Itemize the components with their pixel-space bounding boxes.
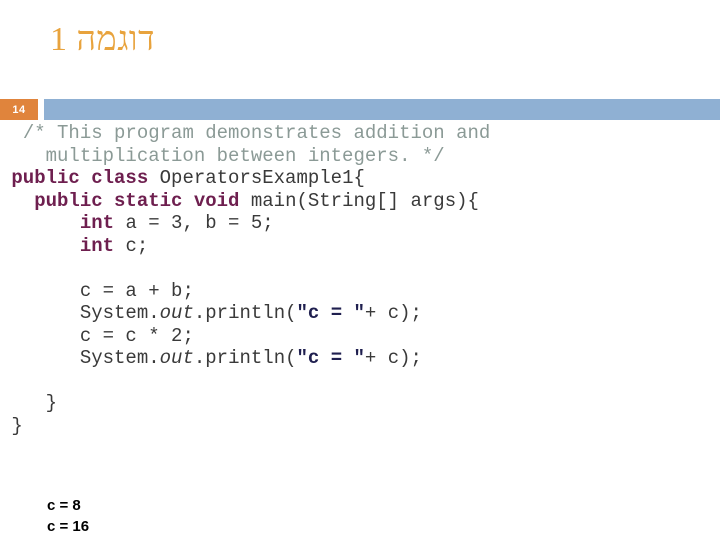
title-rule-bar (44, 99, 720, 120)
console-output: c = 8 c = 16 (47, 495, 89, 537)
line-close-main: } (0, 392, 720, 415)
code-token-comment: /* This program demonstrates addition an… (22, 122, 491, 144)
page-number-badge: 14 (0, 99, 38, 120)
code-token-plain: c; (125, 234, 149, 257)
code-token-plain: + c); (364, 347, 422, 369)
line-close-class: } (0, 415, 720, 438)
code-token-plain: .println( (193, 347, 297, 369)
code-token-comment: multiplication between integers. */ (45, 144, 445, 167)
code-token-keyword: public static void (34, 189, 251, 212)
line-class-decl: public class OperatorsExample1{ (0, 167, 720, 190)
page-number-band: 14 (0, 99, 720, 120)
line-int-c: int c; (0, 235, 720, 258)
code-token-string: "c = " (296, 302, 365, 324)
code-token-plain: c = a + b; (79, 279, 194, 302)
line-assign-mul: c = c * 2; (0, 325, 720, 348)
line-comment-1: /* This program demonstrates addition an… (0, 122, 720, 145)
code-token-plain: System. (79, 347, 160, 369)
line-main-decl: public static void main(String[] args){ (0, 190, 720, 213)
line-print-1: System.out.println("c = "+ c); (0, 302, 720, 325)
code-token-plain: c = c * 2; (79, 324, 194, 347)
code-token-plain: OperatorsExample1{ (159, 167, 365, 189)
code-token-plain: .println( (193, 302, 297, 324)
line-assign-add: c = a + b; (0, 280, 720, 303)
code-block: /* This program demonstrates addition an… (0, 122, 720, 437)
line-blank-2 (0, 370, 720, 393)
code-token-plain: + c); (364, 302, 422, 324)
line-blank-1 (0, 257, 720, 280)
code-token-plain: } (45, 392, 58, 414)
code-token-italic: out (159, 302, 194, 324)
code-token-plain: main(String[] args){ (250, 189, 479, 212)
code-token-italic: out (159, 347, 194, 369)
code-token-keyword: public class (11, 167, 160, 189)
line-comment-2: multiplication between integers. */ (0, 145, 720, 168)
code-token-plain: System. (79, 302, 160, 324)
code-token-keyword: int (79, 212, 126, 234)
code-token-string: "c = " (296, 347, 365, 369)
code-token-plain: } (11, 414, 23, 437)
console-output-line: c = 8 (47, 497, 81, 514)
code-token-keyword: int (79, 234, 126, 257)
page-title: דוגמה 1 (50, 21, 155, 58)
line-print-2: System.out.println("c = "+ c); (0, 347, 720, 370)
console-output-line: c = 16 (47, 518, 90, 535)
code-token-plain: a = 3, b = 5; (125, 212, 274, 234)
line-int-ab: int a = 3, b = 5; (0, 212, 720, 235)
